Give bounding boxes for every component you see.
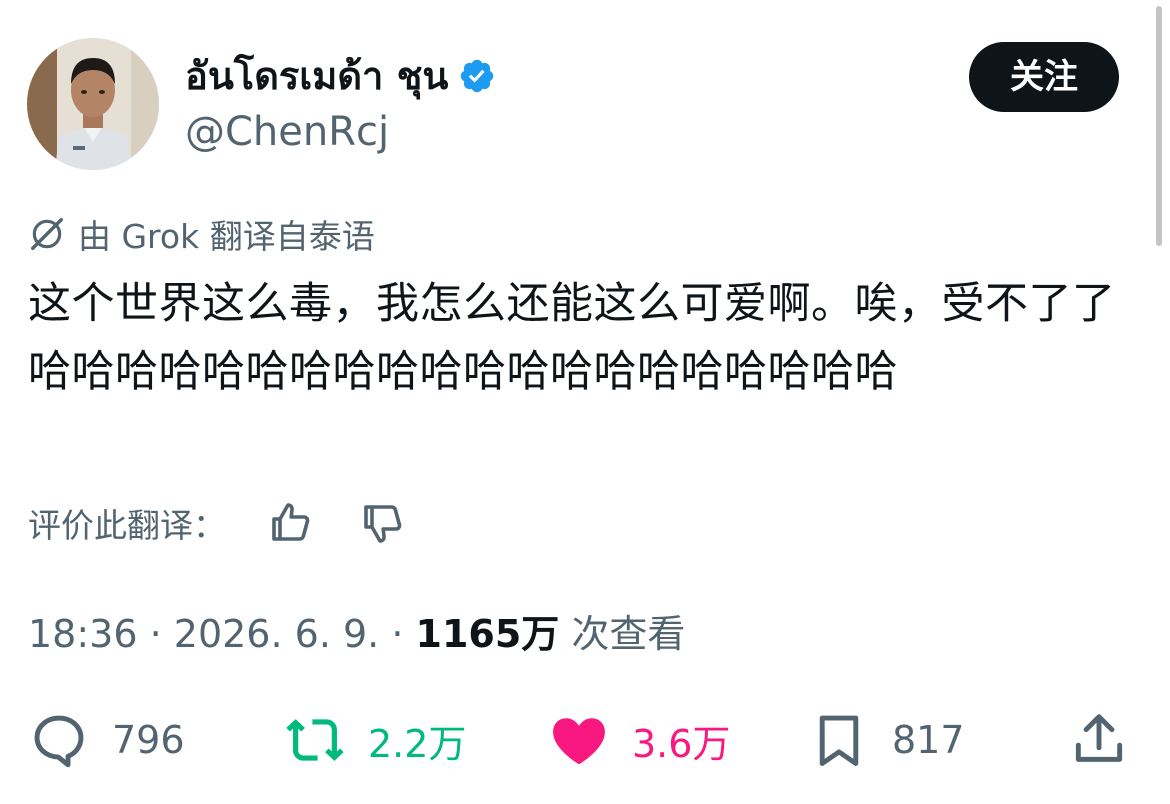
tweet-date[interactable]: 2026. 6. 9. — [174, 612, 379, 656]
meta-separator: · — [391, 612, 416, 656]
thumbs-down-icon[interactable] — [358, 499, 406, 547]
author-avatar[interactable] — [27, 38, 159, 170]
meta-separator: · — [149, 612, 174, 656]
bookmark-icon — [819, 715, 859, 766]
avatar-photo — [27, 38, 159, 170]
rate-translation: 评价此翻译： — [28, 496, 406, 550]
tweet-time[interactable]: 18:36 — [28, 612, 138, 656]
heart-icon — [553, 718, 605, 765]
retweet-icon — [286, 719, 344, 761]
translation-notice-text: 由 Grok 翻译自泰语 — [78, 217, 375, 256]
thumbs-up-icon[interactable] — [266, 499, 314, 547]
rate-translation-label: 评价此翻译： — [28, 506, 226, 545]
author-display-name[interactable]: อันโดรเมด้า ชุน — [185, 48, 496, 104]
share-icon — [1075, 714, 1123, 762]
like-button[interactable]: 3.6万 — [548, 700, 730, 780]
tweet-meta: 18:36 · 2026. 6. 9. · 1165万 次查看 — [28, 606, 685, 662]
verified-badge-icon[interactable] — [458, 57, 496, 95]
reply-icon — [34, 715, 84, 768]
scrollbar[interactable] — [1156, 6, 1162, 246]
share-button[interactable] — [1068, 700, 1152, 780]
retweet-button[interactable]: 2.2万 — [284, 700, 466, 780]
reply-count: 796 — [112, 718, 185, 762]
tweet-actions: 796 2.2万 3.6万 817 — [0, 700, 1170, 780]
grok-icon — [31, 218, 63, 250]
like-count: 3.6万 — [632, 721, 731, 766]
views-count: 1165万 — [415, 612, 560, 656]
bookmark-button[interactable]: 817 — [808, 700, 965, 780]
display-name-text: อันโดรเมด้า ชุน — [185, 54, 449, 98]
retweet-count: 2.2万 — [368, 721, 467, 766]
follow-button[interactable]: 关注 — [969, 42, 1119, 112]
reply-button[interactable]: 796 — [28, 700, 185, 780]
tweet-text: 这个世界这么毒，我怎么还能这么可爱啊。唉，受不了了哈哈哈哈哈哈哈哈哈哈哈哈哈哈哈… — [28, 279, 1116, 397]
bookmark-count: 817 — [892, 718, 965, 762]
author-handle[interactable]: @ChenRcj — [185, 104, 389, 160]
views-label: 次查看 — [571, 612, 686, 656]
translation-notice: 由 Grok 翻译自泰语 — [28, 210, 375, 258]
